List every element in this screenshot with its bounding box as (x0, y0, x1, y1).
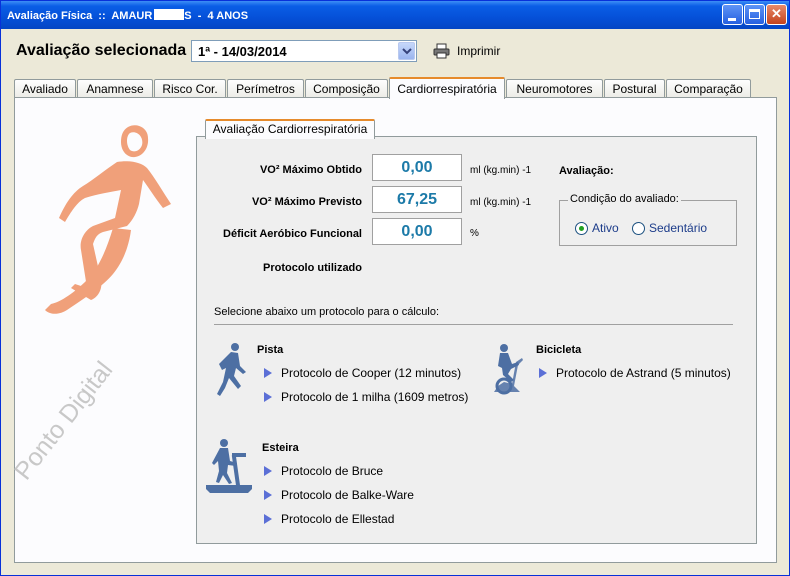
treadmill-icon (206, 439, 252, 493)
protocol-cooper-label: Protocolo de Cooper (12 minutos) (281, 366, 462, 380)
maximize-button[interactable] (744, 4, 765, 25)
protocol-bruce[interactable]: Protocolo de Bruce (264, 464, 383, 478)
bicicleta-section-title: Bicicleta (536, 344, 582, 356)
vo2-previsto-field[interactable]: 67,25 (372, 186, 462, 213)
print-button[interactable]: Imprimir (433, 41, 500, 61)
printer-icon (433, 43, 450, 59)
play-arrow-icon (539, 368, 547, 378)
play-arrow-icon (264, 392, 272, 402)
tab-comparacao[interactable]: Comparação (666, 79, 751, 98)
radio-sedentario[interactable]: Sedentário (632, 221, 707, 235)
print-label: Imprimir (457, 44, 501, 58)
protocol-ellestad-label: Protocolo de Ellestad (281, 512, 395, 526)
protocol-balke-ware-label: Protocolo de Balke-Ware (281, 488, 414, 502)
protocolo-utilizado-label: Protocolo utilizado (263, 262, 362, 274)
divider (214, 324, 733, 325)
pista-section-title: Pista (257, 344, 284, 356)
protocol-1-milha-label: Protocolo de 1 milha (1609 metros) (281, 390, 469, 404)
minimize-button[interactable] (722, 4, 743, 25)
vo2-previsto-unit: ml (kg.min) -1 (470, 197, 532, 208)
tab-avaliacao-cardiorrespiratoria[interactable]: Avaliação Cardiorrespiratória (205, 119, 375, 139)
protocol-ellestad[interactable]: Protocolo de Ellestad (264, 512, 394, 526)
protocol-balke-ware[interactable]: Protocolo de Balke-Ware (264, 488, 414, 502)
app-window: Avaliação Física :: AMAUR S - 4 ANOS ✕ Av… (0, 0, 790, 576)
evaluation-select[interactable]: 1ª - 14/03/2014 (191, 40, 417, 62)
play-arrow-icon (264, 514, 272, 524)
tab-composicao[interactable]: Composição (305, 79, 388, 98)
close-button[interactable]: ✕ (766, 4, 787, 25)
runner-silhouette-icon (45, 125, 171, 314)
tab-postural[interactable]: Postural (604, 79, 665, 98)
running-person-icon (217, 343, 246, 396)
title-bar[interactable]: Avaliação Física :: AMAUR S - 4 ANOS ✕ (1, 1, 789, 29)
avaliacao-label: Avaliação: (559, 165, 614, 177)
radio-ativo-circle[interactable] (575, 221, 588, 235)
protocol-instruction: Selecione abaixo um protocolo para o cál… (214, 306, 440, 318)
radio-sedentario-label: Sedentário (649, 221, 708, 235)
cardio-evaluation-panel: VO² Máximo Obtido 0,00 ml (kg.min) -1 VO… (196, 136, 757, 544)
tab-anamnese[interactable]: Anamnese (77, 79, 153, 98)
tab-risco-cor[interactable]: Risco Cor. (154, 79, 226, 98)
cardio-tab-panel: Ponto Digital Avaliação Cardiorrespirató… (9, 97, 777, 563)
selected-evaluation-label: Avaliação selecionada (16, 42, 187, 59)
watermark-text: Ponto Digital (9, 356, 119, 486)
play-arrow-icon (264, 466, 272, 476)
radio-ativo[interactable]: Ativo (575, 221, 619, 235)
deficit-aerobico-field[interactable]: 0,00 (372, 218, 462, 245)
protocol-cooper[interactable]: Protocolo de Cooper (12 minutos) (264, 366, 461, 380)
redacted-name-mask (154, 9, 185, 20)
radio-ativo-label: Ativo (592, 221, 619, 235)
maximize-icon (749, 9, 760, 19)
dropdown-arrow-button[interactable] (398, 42, 415, 60)
window-title: Avaliação Física :: AMAUR S - 4 ANOS (7, 9, 248, 22)
vo2-obtido-field[interactable]: 0,00 (372, 154, 462, 181)
vo2-obtido-label: VO² Máximo Obtido (259, 164, 362, 176)
tab-neuromotores[interactable]: Neuromotores (506, 79, 603, 98)
condicao-avaliado-legend: Condição do avaliado: (568, 193, 681, 205)
protocol-astrand[interactable]: Protocolo de Astrand (5 minutos) (539, 366, 731, 380)
esteira-section-title: Esteira (262, 442, 299, 454)
deficit-aerobico-label: Déficit Aeróbico Funcional (223, 228, 362, 240)
close-icon: ✕ (771, 6, 782, 21)
condicao-avaliado-group: Condição do avaliado: Ativo Sedentário (559, 193, 737, 246)
vo2-obtido-unit: ml (kg.min) -1 (470, 165, 532, 176)
chevron-down-icon (402, 48, 412, 55)
protocol-1-milha[interactable]: Protocolo de 1 milha (1609 metros) (264, 390, 468, 404)
play-arrow-icon (264, 490, 272, 500)
vo2-previsto-label: VO² Máximo Previsto (251, 196, 362, 208)
window-title-suffix: S - 4 ANOS (184, 10, 249, 22)
window-title-text: Avaliação Física :: AMAUR (7, 10, 153, 22)
minimize-icon (728, 18, 736, 21)
tab-perimetros[interactable]: Perímetros (227, 79, 304, 98)
deficit-aerobico-unit: % (470, 228, 479, 239)
evaluation-select-value: 1ª - 14/03/2014 (198, 44, 287, 59)
play-arrow-icon (264, 368, 272, 378)
tab-cardiorrespiratoria[interactable]: Cardiorrespiratória (389, 77, 505, 99)
protocol-astrand-label: Protocolo de Astrand (5 minutos) (556, 366, 731, 380)
protocol-bruce-label: Protocolo de Bruce (281, 464, 384, 478)
stationary-bike-icon (494, 344, 523, 395)
tab-avaliado[interactable]: Avaliado (14, 79, 76, 98)
radio-sedentario-circle[interactable] (632, 221, 645, 235)
